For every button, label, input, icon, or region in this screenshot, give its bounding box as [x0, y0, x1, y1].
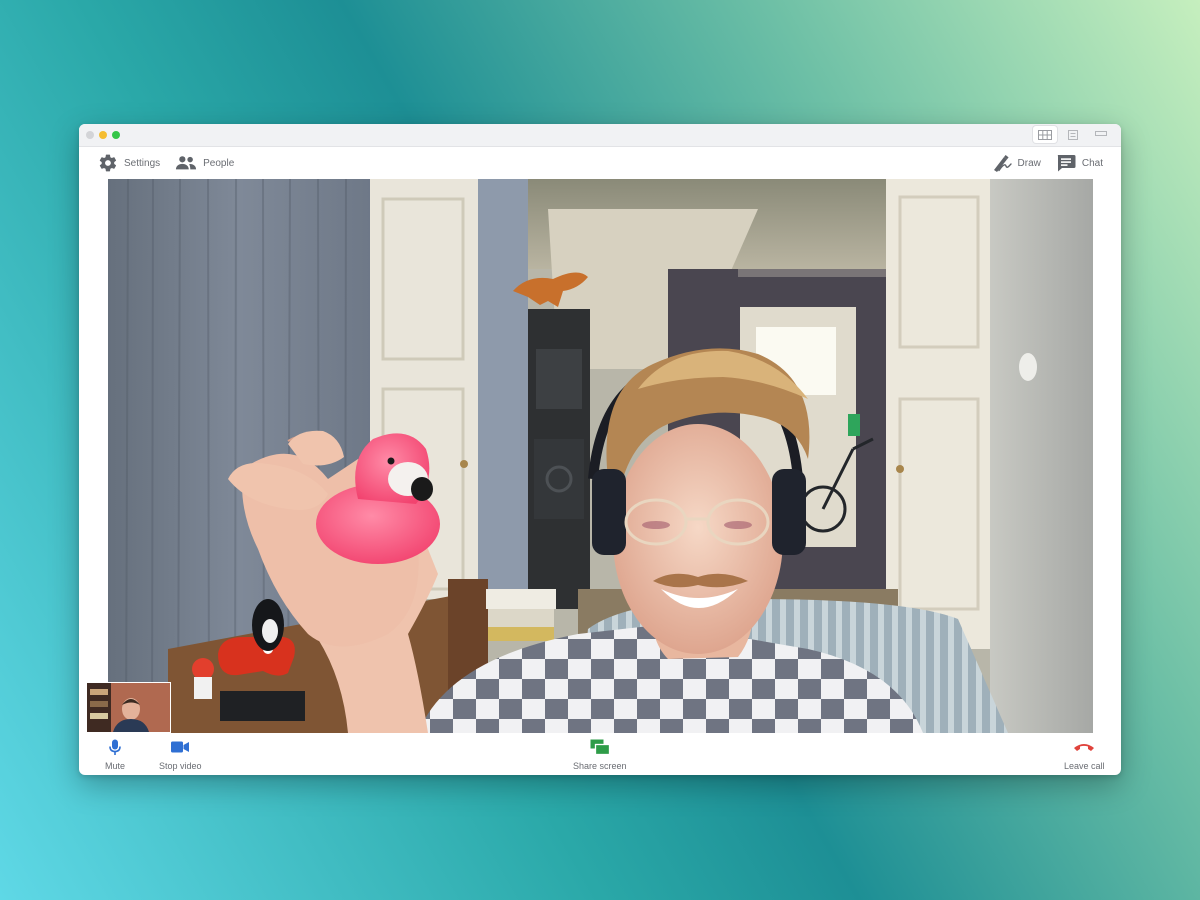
- top-toolbar-left: Settings People: [98, 153, 234, 173]
- phone-hangup-icon: [1074, 744, 1095, 751]
- layout-switcher: [1033, 126, 1113, 143]
- chat-icon: [1057, 155, 1076, 172]
- leave-call-label: Leave call: [1064, 761, 1105, 771]
- people-label: People: [203, 157, 235, 169]
- draw-label: Draw: [1017, 157, 1041, 169]
- mute-label: Mute: [105, 761, 126, 771]
- settings-label: Settings: [124, 157, 161, 169]
- list-view-button[interactable]: [1061, 126, 1085, 143]
- stop-video-label: Stop video: [159, 761, 202, 771]
- compact-view-icon: [1095, 130, 1107, 136]
- compact-view-button[interactable]: [1089, 126, 1113, 143]
- gear-icon: [99, 154, 117, 172]
- people-button[interactable]: People: [175, 153, 234, 173]
- stop-video-button[interactable]: Stop video: [159, 738, 202, 771]
- pen-icon: [993, 155, 1012, 172]
- grid-view-button[interactable]: [1033, 126, 1057, 143]
- top-toolbar-right: Draw Chat: [992, 153, 1103, 173]
- grid-view-icon: [1038, 129, 1052, 140]
- video-camera-icon: [171, 741, 190, 753]
- settings-button[interactable]: Settings: [98, 153, 160, 173]
- self-view-video: [87, 683, 170, 732]
- video-call-window: Settings People Draw Chat Mute Stop vide…: [79, 124, 1121, 775]
- minimize-window-button[interactable]: [99, 131, 107, 139]
- close-window-button[interactable]: [86, 131, 94, 139]
- draw-button[interactable]: Draw: [992, 153, 1041, 173]
- title-bar: [79, 124, 1121, 147]
- microphone-icon: [109, 739, 121, 755]
- share-screen-label: Share screen: [573, 761, 627, 771]
- share-screen-icon: [590, 739, 610, 755]
- maximize-window-button[interactable]: [112, 131, 120, 139]
- list-view-icon: [1068, 129, 1078, 140]
- remote-video-feed: [108, 179, 1093, 733]
- chat-button[interactable]: Chat: [1056, 153, 1103, 173]
- mute-button[interactable]: Mute: [105, 738, 125, 771]
- people-icon: [176, 156, 197, 170]
- leave-call-button[interactable]: Leave call: [1064, 738, 1105, 771]
- call-controls-bar: Mute Stop video Share screen Leave call: [79, 735, 1121, 775]
- share-screen-button[interactable]: Share screen: [573, 738, 627, 771]
- self-view-thumbnail[interactable]: [86, 682, 171, 733]
- chat-label: Chat: [1081, 157, 1103, 169]
